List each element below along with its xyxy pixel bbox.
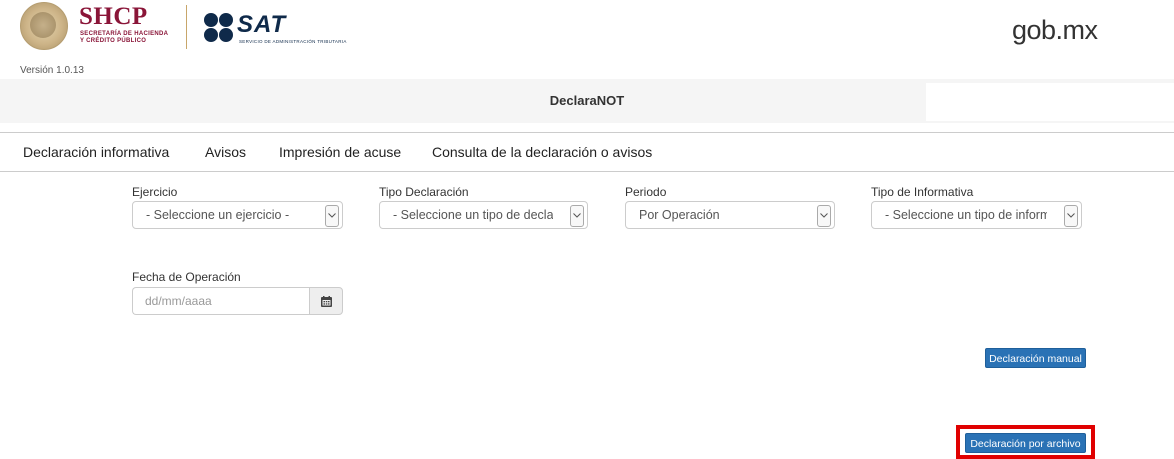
calendar-icon — [321, 296, 332, 307]
fecha-operacion-label: Fecha de Operación — [132, 270, 241, 284]
sat-dots-icon — [204, 13, 234, 43]
nav-impresion-acuse[interactable]: Impresión de acuse — [279, 133, 401, 171]
main-nav: Declaración informativa Avisos Impresión… — [0, 132, 1174, 172]
app-version: Versión 1.0.13 — [20, 65, 84, 76]
nav-consulta-declaracion[interactable]: Consulta de la declaración o avisos — [432, 133, 652, 171]
banner-blank-panel — [926, 83, 1174, 121]
gob-mx-logo[interactable]: gob.mx — [1012, 14, 1098, 46]
periodo-select[interactable]: Por Operación — [625, 201, 835, 229]
calendar-button[interactable] — [309, 287, 343, 315]
chevron-down-icon — [817, 205, 831, 227]
nav-avisos[interactable]: Avisos — [205, 133, 246, 171]
sat-logo-title: SAT — [237, 11, 287, 38]
chevron-down-icon — [1064, 205, 1078, 227]
fecha-operacion-input[interactable]: dd/mm/aaaa — [132, 287, 309, 315]
chevron-down-icon — [325, 205, 339, 227]
tipo-declaracion-label: Tipo Declaración — [379, 185, 469, 199]
periodo-label: Periodo — [625, 185, 667, 199]
chevron-down-icon — [570, 205, 584, 227]
tipo-informativa-select[interactable]: - Seleccione un tipo de informa — [871, 201, 1082, 229]
ejercicio-select[interactable]: - Seleccione un ejercicio - — [132, 201, 343, 229]
logo-divider — [186, 5, 187, 49]
declaracion-manual-button[interactable]: Declaración manual — [985, 348, 1086, 368]
highlight-box — [956, 425, 1095, 459]
tipo-declaracion-select[interactable]: - Seleccione un tipo de declarac — [379, 201, 588, 229]
shcp-logo-title: SHCP — [79, 3, 148, 30]
nav-declaracion-informativa[interactable]: Declaración informativa — [23, 133, 169, 171]
ejercicio-label: Ejercicio — [132, 185, 178, 199]
tipo-informativa-label: Tipo de Informativa — [871, 185, 974, 199]
mexico-seal-emblem-icon — [30, 12, 56, 38]
sat-logo-subtitle: SERVICIO DE ADMINISTRACIÓN TRIBUTARIA — [239, 39, 347, 44]
shcp-logo-subtitle: SECRETARÍA DE HACIENDA Y CRÉDITO PÚBLICO — [80, 31, 169, 44]
